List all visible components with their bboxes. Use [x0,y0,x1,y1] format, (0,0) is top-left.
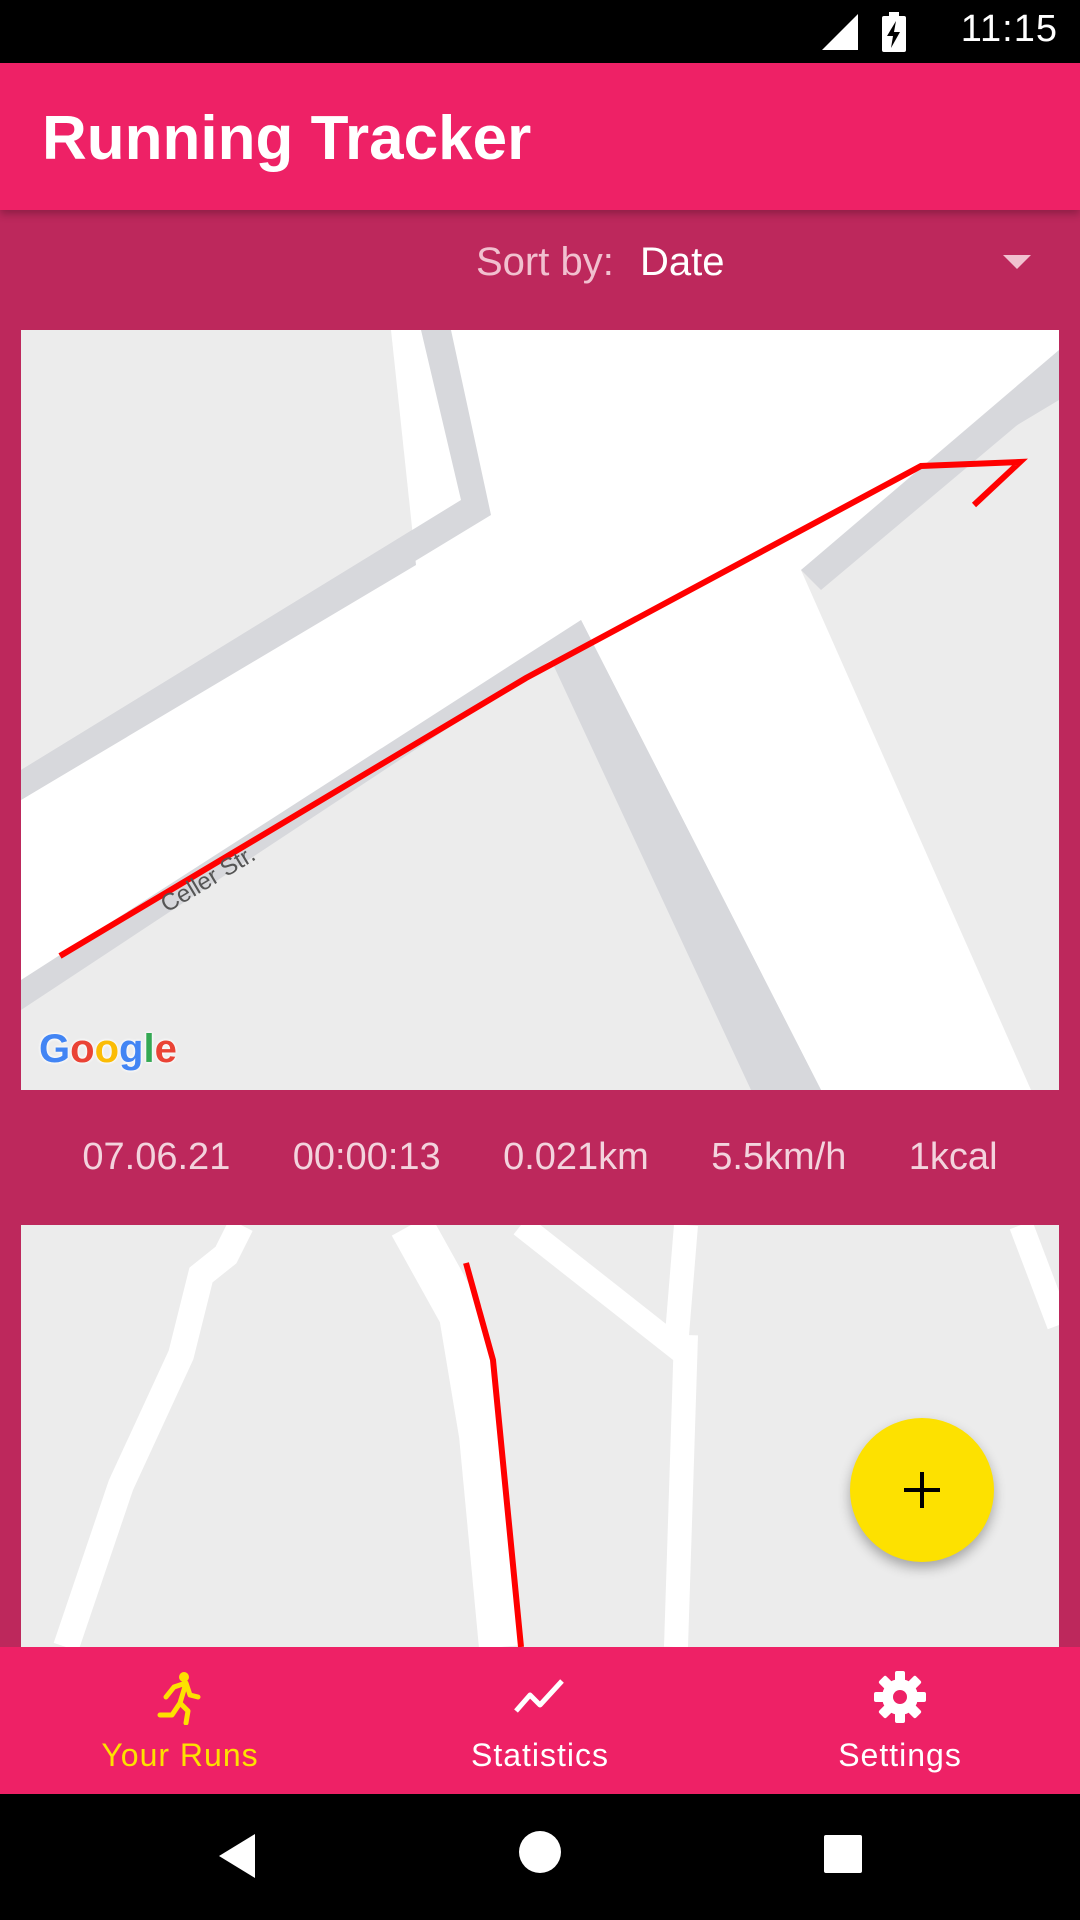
map-tiles [21,330,1059,1090]
battery-charging-icon [882,12,906,52]
nav-label: Settings [838,1737,962,1773]
system-navigation-bar [0,1794,1080,1920]
run-date: 07.06.21 [82,1136,231,1178]
nav-item-your-runs[interactable]: Your Runs [0,1647,360,1794]
back-icon[interactable] [215,1832,259,1880]
run-duration: 00:00:13 [292,1136,441,1178]
nav-label: Statistics [470,1737,610,1773]
home-icon[interactable] [518,1830,562,1874]
bottom-navigation: Your Runs Statistics Settings [0,1647,1080,1794]
status-icons [822,12,906,52]
run-calories: 1kcal [908,1136,998,1178]
app-bar: Running Tracker [0,63,1080,210]
status-bar: 11:15 [0,0,1080,63]
run-map[interactable]: Celler Str. Google [21,330,1059,1090]
google-logo: Google [39,1027,177,1071]
run-stats: 07.06.21 00:00:13 0.021km 5.5km/h 1kcal [0,1090,1080,1225]
plus-icon [904,1472,940,1508]
signal-icon [822,14,858,50]
nav-label: Your Runs [101,1737,259,1773]
run-distance: 0.021km [503,1136,649,1178]
run-speed: 5.5km/h [711,1136,847,1178]
sort-dropdown[interactable]: Date [640,240,725,285]
gear-icon [874,1671,926,1723]
nav-item-statistics[interactable]: Statistics [360,1647,720,1794]
sort-bar: Sort by: Date [0,210,1080,330]
nav-item-settings[interactable]: Settings [720,1647,1080,1794]
dropdown-arrow-icon[interactable] [1003,255,1031,271]
app-title: Running Tracker [42,104,532,173]
running-icon [157,1672,201,1725]
chart-line-icon [514,1679,564,1713]
add-run-button[interactable] [850,1418,994,1562]
status-time: 11:15 [960,8,1058,50]
sort-label: Sort by: [476,240,614,284]
recents-icon[interactable] [823,1834,863,1874]
